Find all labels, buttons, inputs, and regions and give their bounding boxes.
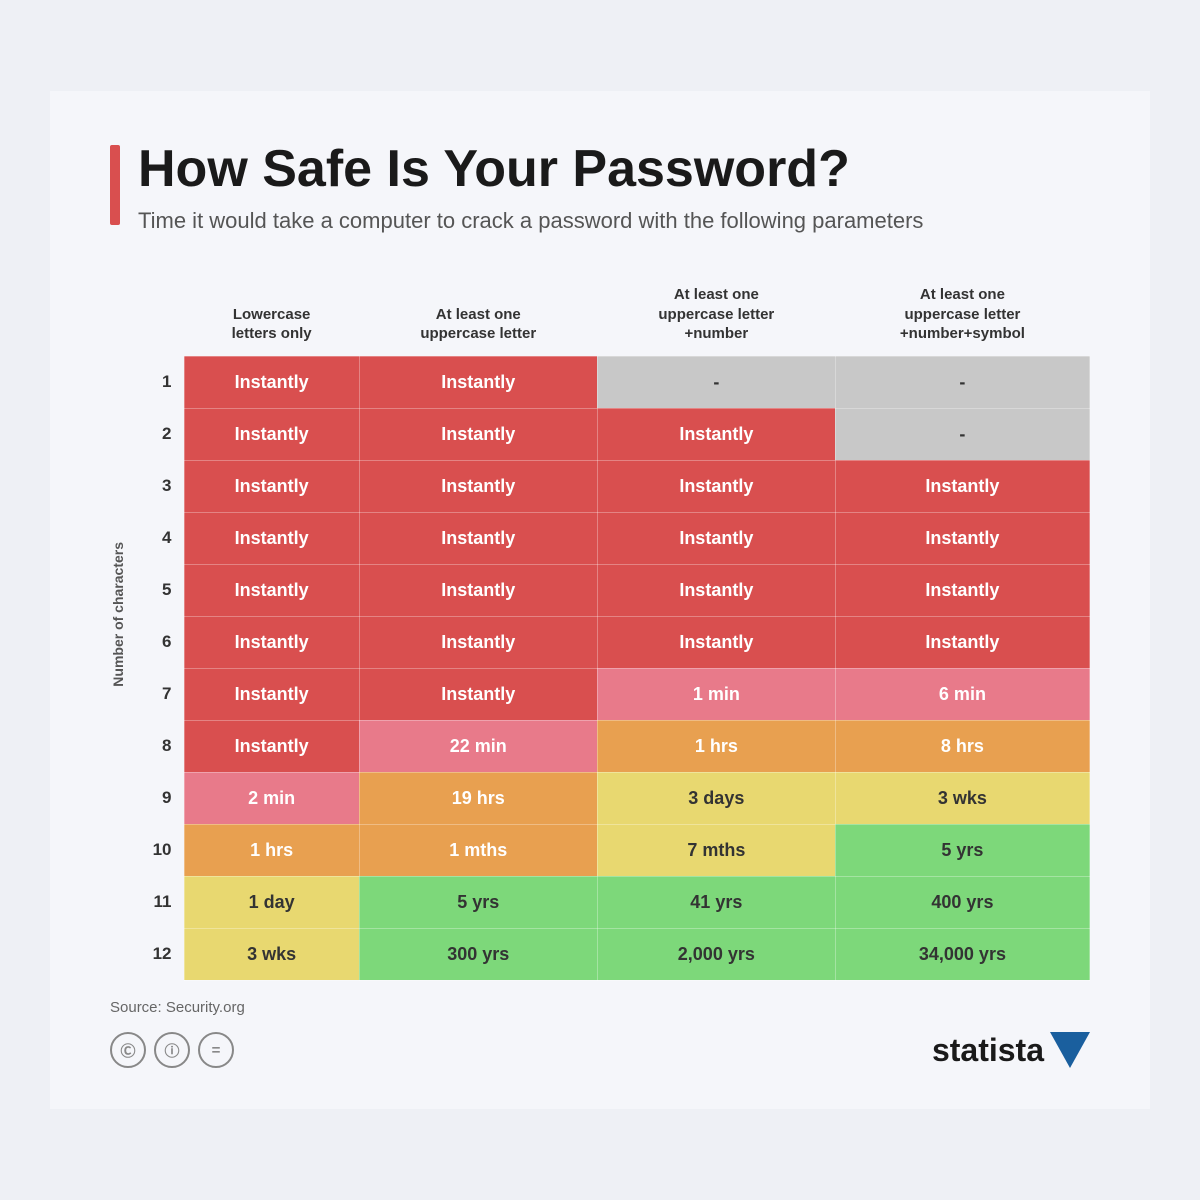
table-row: 3InstantlyInstantlyInstantlyInstantly [134, 460, 1090, 512]
table-cell: Instantly [835, 616, 1089, 668]
table-cell: 5 yrs [359, 876, 597, 928]
table-cell: 2,000 yrs [597, 928, 835, 980]
table-row: 92 min19 hrs3 days3 wks [134, 772, 1090, 824]
table-cell: 1 min [597, 668, 835, 720]
col-header-uppercase: At least oneuppercase letter [359, 277, 597, 356]
table-header-row: Lowercaseletters only At least oneupperc… [134, 277, 1090, 356]
table-cell: 1 day [184, 876, 359, 928]
table-cell: Instantly [184, 460, 359, 512]
table-row: 4InstantlyInstantlyInstantlyInstantly [134, 512, 1090, 564]
table-cell: Instantly [184, 512, 359, 564]
col-header-lowercase: Lowercaseletters only [184, 277, 359, 356]
col-header-uppercase-number-symbol: At least oneuppercase letter+number+symb… [835, 277, 1089, 356]
row-number: 9 [134, 772, 184, 824]
row-number: 5 [134, 564, 184, 616]
statista-triangle-icon [1050, 1032, 1090, 1068]
table-cell: 34,000 yrs [835, 928, 1089, 980]
table-row: 111 day5 yrs41 yrs400 yrs [134, 876, 1090, 928]
table-cell: 6 min [835, 668, 1089, 720]
table-cell: Instantly [184, 564, 359, 616]
table-cell: Instantly [359, 356, 597, 408]
y-axis-label: Number of characters [110, 542, 126, 687]
table-cell: Instantly [359, 408, 597, 460]
col-header-empty [134, 277, 184, 356]
cc-icon-info: ⓘ [154, 1032, 190, 1068]
cc-icon-equal: = [198, 1032, 234, 1068]
footer: Ⓒ ⓘ = statista [110, 1032, 1090, 1069]
table-row: 1InstantlyInstantly-- [134, 356, 1090, 408]
infographic-card: How Safe Is Your Password? Time it would… [50, 91, 1150, 1108]
row-number: 2 [134, 408, 184, 460]
table-wrap: Lowercaseletters only At least oneupperc… [134, 277, 1090, 981]
table-cell: 2 min [184, 772, 359, 824]
table-row: 5InstantlyInstantlyInstantlyInstantly [134, 564, 1090, 616]
table-cell: 7 mths [597, 824, 835, 876]
table-row: 101 hrs1 mths7 mths5 yrs [134, 824, 1090, 876]
table-row: 123 wks300 yrs2,000 yrs34,000 yrs [134, 928, 1090, 980]
table-cell: Instantly [184, 720, 359, 772]
table-cell: 22 min [359, 720, 597, 772]
table-cell: - [835, 408, 1089, 460]
table-cell: 3 wks [835, 772, 1089, 824]
table-row: 6InstantlyInstantlyInstantlyInstantly [134, 616, 1090, 668]
password-table: Lowercaseletters only At least oneupperc… [134, 277, 1090, 981]
red-accent-bar [110, 145, 120, 225]
table-cell: 1 hrs [184, 824, 359, 876]
table-cell: Instantly [359, 616, 597, 668]
table-cell: Instantly [359, 564, 597, 616]
table-cell: Instantly [597, 616, 835, 668]
table-cell: 5 yrs [835, 824, 1089, 876]
main-title: How Safe Is Your Password? [138, 141, 923, 198]
table-cell: 300 yrs [359, 928, 597, 980]
table-cell: Instantly [597, 408, 835, 460]
table-cell: Instantly [359, 668, 597, 720]
table-cell: Instantly [184, 356, 359, 408]
table-cell: 8 hrs [835, 720, 1089, 772]
col-header-uppercase-number: At least oneuppercase letter+number [597, 277, 835, 356]
table-cell: Instantly [597, 512, 835, 564]
table-row: 7InstantlyInstantly1 min6 min [134, 668, 1090, 720]
row-number: 8 [134, 720, 184, 772]
title-text-block: How Safe Is Your Password? Time it would… [138, 141, 923, 237]
table-row: 2InstantlyInstantlyInstantly- [134, 408, 1090, 460]
row-number: 10 [134, 824, 184, 876]
cc-icons-group: Ⓒ ⓘ = [110, 1032, 234, 1068]
row-number: 11 [134, 876, 184, 928]
table-cell: 3 days [597, 772, 835, 824]
table-cell: 1 hrs [597, 720, 835, 772]
row-number: 1 [134, 356, 184, 408]
table-cell: Instantly [184, 616, 359, 668]
table-cell: Instantly [597, 460, 835, 512]
subtitle: Time it would take a computer to crack a… [138, 206, 923, 237]
table-cell: Instantly [184, 408, 359, 460]
table-cell: Instantly [359, 460, 597, 512]
title-section: How Safe Is Your Password? Time it would… [110, 141, 1090, 237]
table-cell: 19 hrs [359, 772, 597, 824]
table-cell: 41 yrs [597, 876, 835, 928]
table-cell: Instantly [597, 564, 835, 616]
row-number: 6 [134, 616, 184, 668]
table-cell: - [835, 356, 1089, 408]
statista-logo: statista [932, 1032, 1090, 1069]
table-cell: Instantly [835, 564, 1089, 616]
table-cell: Instantly [835, 512, 1089, 564]
table-container: Number of characters Lowercaseletters on… [110, 247, 1090, 981]
source-label: Source: Security.org [110, 999, 1090, 1016]
table-cell: Instantly [835, 460, 1089, 512]
table-body: 1InstantlyInstantly--2InstantlyInstantly… [134, 356, 1090, 980]
table-cell: 3 wks [184, 928, 359, 980]
table-cell: Instantly [184, 668, 359, 720]
table-cell: Instantly [359, 512, 597, 564]
table-cell: 1 mths [359, 824, 597, 876]
table-row: 8Instantly22 min1 hrs8 hrs [134, 720, 1090, 772]
row-number: 12 [134, 928, 184, 980]
cc-icon-copyright: Ⓒ [110, 1032, 146, 1068]
table-cell: 400 yrs [835, 876, 1089, 928]
row-number: 7 [134, 668, 184, 720]
statista-text: statista [932, 1032, 1044, 1069]
table-cell: - [597, 356, 835, 408]
row-number: 3 [134, 460, 184, 512]
row-number: 4 [134, 512, 184, 564]
